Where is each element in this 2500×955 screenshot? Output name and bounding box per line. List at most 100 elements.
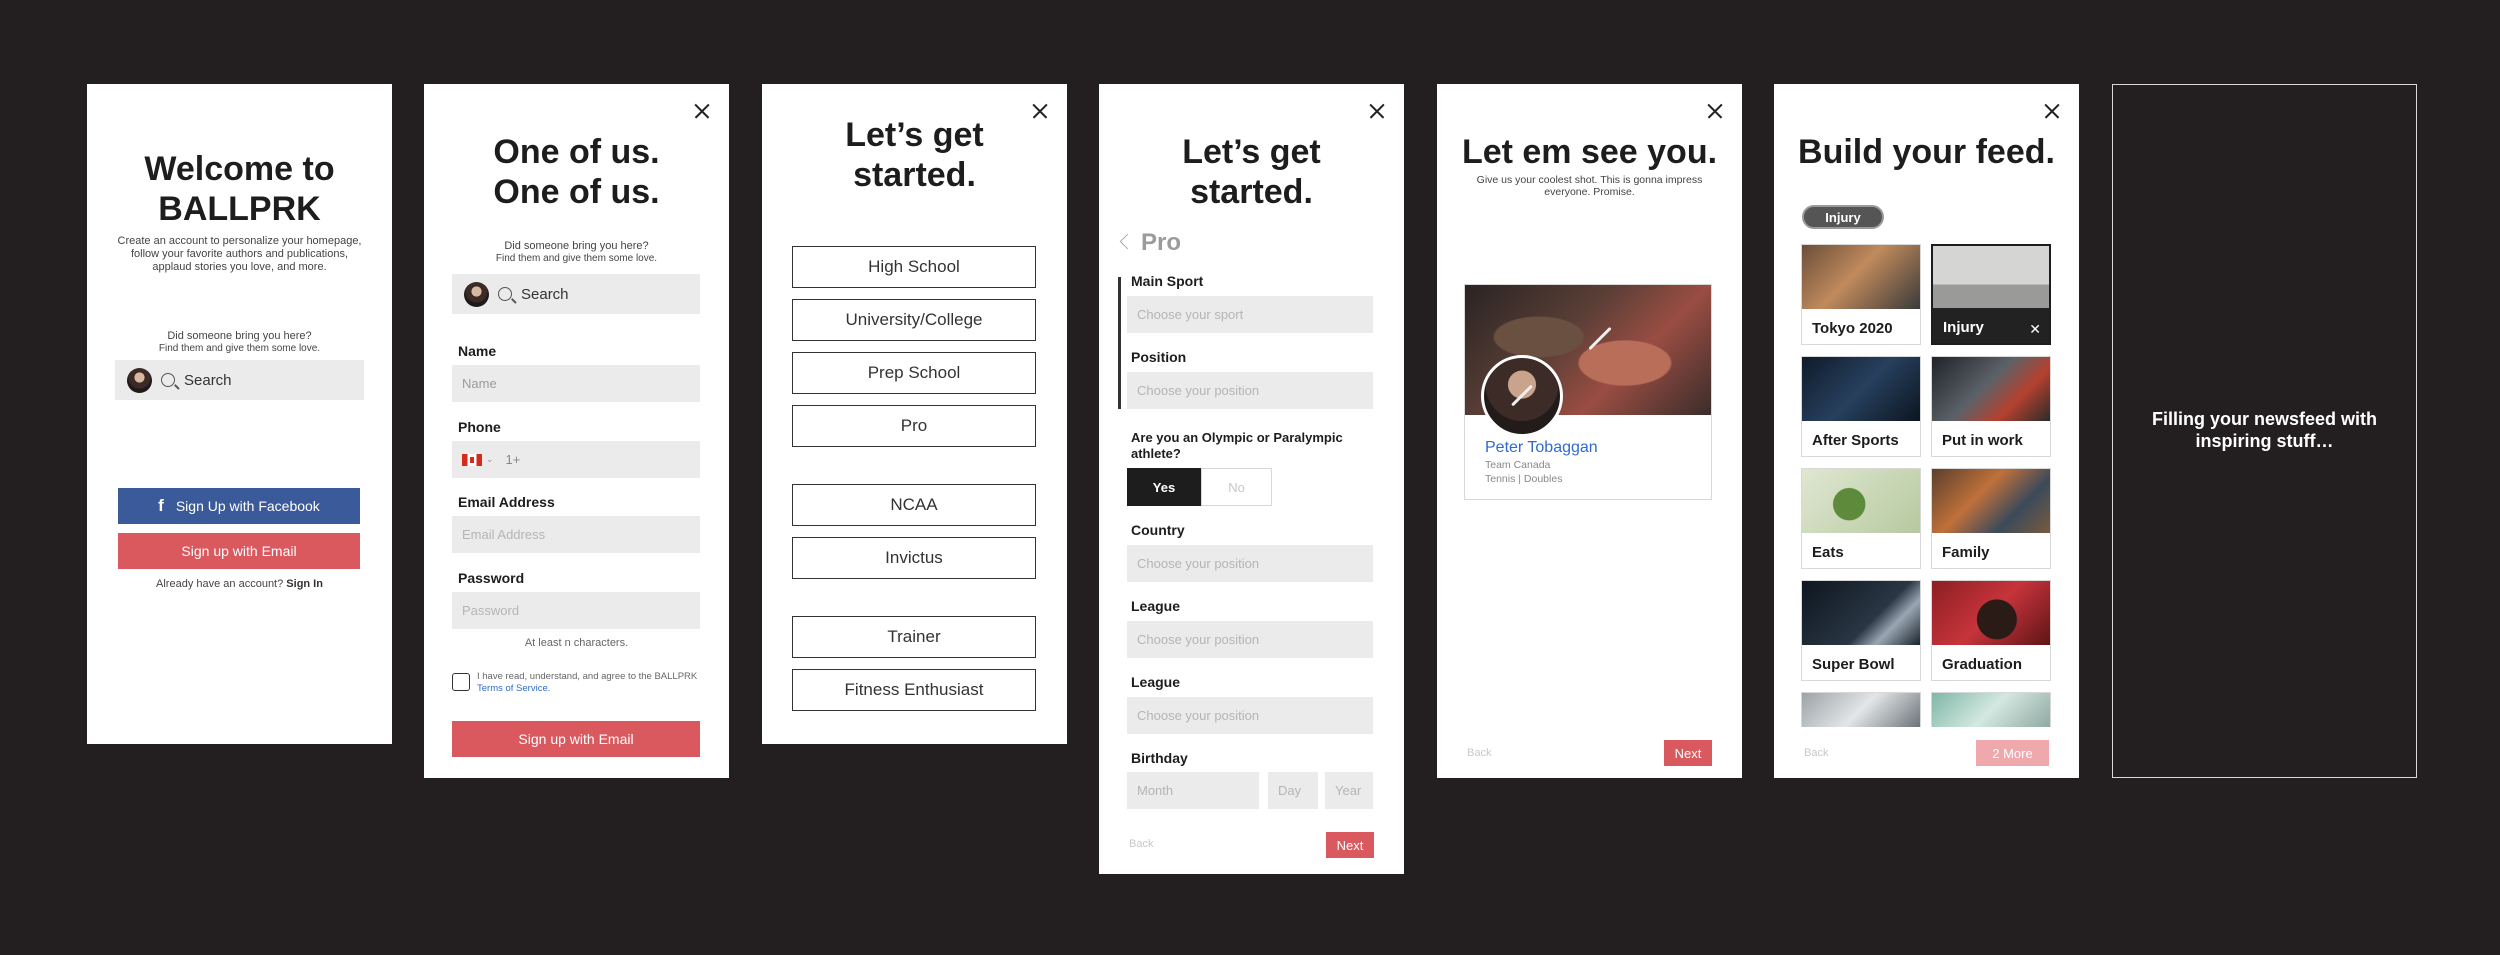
position-field[interactable]: Choose your position [1127,372,1373,409]
topic-image [1802,469,1920,533]
option-fitness-enthusiast[interactable]: Fitness Enthusiast [792,669,1036,711]
close-icon[interactable] [687,96,717,126]
referral-hint: Find them and give them some love. [158,343,321,354]
screen-photo: Let em see you. Give us your coolest sho… [1437,84,1742,778]
topic-label: Injury [1943,319,1984,336]
screen-feed: Build your feed. Injury Tokyo 2020 Injur… [1774,84,2079,778]
pencil-icon[interactable] [1511,384,1533,407]
yes-toggle[interactable]: Yes [1127,468,1201,506]
option-invictus[interactable]: Invictus [792,537,1036,579]
phone-field[interactable]: ⌄ 1+ [452,441,700,478]
topic-tile-injury[interactable]: Injury ✕ [1931,244,2051,345]
more-button[interactable]: 2 More [1976,740,2049,766]
league-field[interactable]: Choose your position [1127,621,1373,658]
screen-loading: Filling your newsfeed with inspiring stu… [2112,84,2417,778]
photo-title: Let em see you. [1461,133,1718,171]
profile-team: Team Canada [1485,459,1551,471]
referral-hint: Find them and give them some love. [495,253,658,264]
option-pro[interactable]: Pro [792,405,1036,447]
topic-tile-after-sports[interactable]: After Sports [1801,356,1921,457]
email-field[interactable]: Email Address [452,516,700,553]
welcome-title-line1: Welcome to [144,150,335,188]
topic-image [1802,357,1920,421]
welcome-desc-line3: applaud stories you love, and more. [152,261,327,273]
main-sport-label: Main Sport [1131,273,1204,289]
position-label: Position [1131,349,1187,365]
main-sport-field[interactable]: Choose your sport [1127,296,1373,333]
referral-search[interactable]: Search [452,274,700,314]
email-signup-button[interactable]: Sign up with Email [452,721,700,757]
birthday-year-field[interactable]: Year [1325,772,1373,809]
birthday-day-field[interactable]: Day [1268,772,1318,809]
section-title: Pro [1141,229,1182,256]
email-signup-button[interactable]: Sign up with Email [118,533,360,569]
chip-label: Injury [1825,209,1861,225]
profile-name: Peter Tobaggan [1485,439,1598,456]
topic-tile-tokyo-2020[interactable]: Tokyo 2020 [1801,244,1921,345]
avatar[interactable] [1481,355,1563,437]
topic-label: Put in work [1942,432,2023,449]
topic-tile-put-in-work[interactable]: Put in work [1931,356,2051,457]
topic-label: Family [1942,544,1990,561]
country-field[interactable]: Choose your position [1127,545,1373,582]
league-field-2[interactable]: Choose your position [1127,697,1373,734]
password-field[interactable]: Password [452,592,700,629]
canada-flag-icon [462,453,482,466]
search-placeholder: Search [184,371,232,389]
next-button[interactable]: Next [1664,740,1712,766]
have-account-text: Already have an account? [156,578,284,590]
topic-tile-partial[interactable] [1931,692,2051,727]
pencil-icon[interactable] [1588,326,1612,351]
name-label: Name [458,343,497,359]
password-label: Password [458,570,525,586]
next-button[interactable]: Next [1326,832,1374,858]
no-toggle[interactable]: No [1201,468,1272,506]
country-dropdown-chevron-icon[interactable]: ⌄ [486,454,494,465]
option-university-college[interactable]: University/College [792,299,1036,341]
topic-tile-super-bowl[interactable]: Super Bowl [1801,580,1921,681]
pro-title-line1: Let’s get [1182,133,1321,171]
close-icon[interactable] [1700,96,1730,126]
close-icon[interactable] [1362,96,1392,126]
option-ncaa[interactable]: NCAA [792,484,1036,526]
option-trainer[interactable]: Trainer [792,616,1036,658]
topic-tile-eats[interactable]: Eats [1801,468,1921,569]
topic-label: Tokyo 2020 [1812,320,1893,337]
start-title-line1: Let’s get [845,116,984,154]
terms-checkbox[interactable] [452,673,470,691]
birthday-month-field[interactable]: Month [1127,772,1259,809]
terms-link[interactable]: Terms of Service. [477,683,550,694]
terms-text: I have read, understand, and agree to th… [477,671,717,695]
back-link[interactable]: Back [1467,747,1491,759]
welcome-desc-line1: Create an account to personalize your ho… [117,235,362,247]
topic-label: Super Bowl [1812,656,1895,673]
sign-in-link[interactable]: Sign In [286,578,323,590]
section-indicator [1118,277,1121,409]
topic-tile-partial[interactable] [1801,692,1921,727]
facebook-signup-button[interactable]: f Sign Up with Facebook [118,488,360,524]
selected-chip[interactable]: Injury [1802,205,1884,229]
screen-pro: Let’s get started. Pro Main Sport Choose… [1099,84,1404,874]
league-label: League [1131,598,1181,614]
name-field[interactable]: Name [452,365,700,402]
pro-title-line2: started. [1190,173,1313,211]
screen-signup: One of us. One of us. Did someone bring … [424,84,729,778]
close-icon[interactable] [2037,96,2067,126]
option-high-school[interactable]: High School [792,246,1036,288]
screen-welcome: Welcome to BALLPRK Create an account to … [87,84,392,744]
back-link[interactable]: Back [1804,747,1828,759]
topic-image [1932,469,2050,533]
facebook-icon: f [158,496,164,515]
back-link[interactable]: Back [1129,838,1153,850]
feed-title: Build your feed. [1798,133,2055,171]
search-icon [498,287,512,301]
topic-tile-graduation[interactable]: Graduation [1931,580,2051,681]
back-chevron-icon[interactable] [1119,233,1136,250]
remove-icon[interactable]: ✕ [2029,321,2041,338]
referral-search[interactable]: Search [115,360,364,400]
topic-tile-family[interactable]: Family [1931,468,2051,569]
country-label: Country [1131,522,1185,538]
option-prep-school[interactable]: Prep School [792,352,1036,394]
facebook-signup-label: Sign Up with Facebook [175,498,320,514]
loading-line1: Filling your newsfeed with [2151,409,2378,429]
